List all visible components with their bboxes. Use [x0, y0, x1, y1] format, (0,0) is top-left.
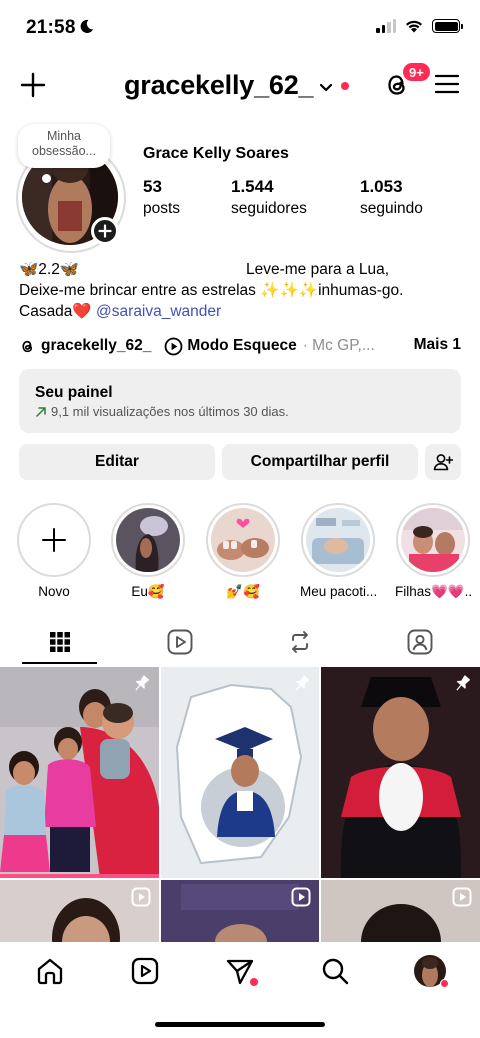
discover-people-button[interactable] — [425, 444, 461, 480]
header-username: gracekelly_62_ — [124, 70, 314, 100]
dashboard-subtitle: 9,1 mil visualizações nos últimos 30 dia… — [51, 404, 289, 419]
reel-icon — [291, 887, 311, 907]
grid-post[interactable] — [0, 667, 159, 878]
highlight-label: 💅🥰 — [226, 584, 260, 599]
plus-icon[interactable] — [18, 70, 48, 100]
music-artist: · Mc GP,... — [302, 337, 375, 354]
tab-reposts[interactable] — [240, 622, 360, 662]
highlight-item[interactable]: Eu🥰 — [110, 503, 186, 600]
stat-posts[interactable]: 53 posts — [143, 177, 180, 218]
moon-icon — [80, 19, 94, 33]
edit-profile-label: Editar — [95, 453, 139, 470]
direct-unread-dot — [250, 978, 258, 986]
stat-followers[interactable]: 1.544 seguidores — [231, 177, 307, 218]
grid-post[interactable] — [321, 667, 480, 878]
profile-note-text: Minha obsessão... — [32, 129, 96, 158]
pin-icon — [295, 675, 310, 691]
battery-icon — [432, 19, 463, 33]
profile-header: gracekelly_62_ 9+ — [0, 60, 480, 112]
grid-post[interactable] — [161, 880, 319, 942]
signal-icon — [376, 19, 396, 33]
profile-note[interactable]: Minha obsessão... — [18, 124, 110, 168]
notification-badge[interactable]: 9+ — [401, 61, 432, 83]
stat-followers-label: seguidores — [231, 200, 307, 217]
bio-line3: Casada❤️ — [19, 303, 92, 320]
reels-tab-icon — [167, 629, 193, 655]
tab-posts-grid[interactable] — [0, 622, 120, 662]
share-profile-label: Compartilhar perfil — [250, 453, 390, 470]
stat-following[interactable]: 1.053 seguindo — [360, 177, 423, 218]
pin-icon — [456, 675, 471, 691]
grid-icon — [50, 632, 70, 652]
bio-mention-link[interactable]: @saraiva_wander — [96, 303, 221, 320]
play-circle-icon — [164, 337, 183, 355]
chevron-down-icon — [320, 83, 333, 91]
share-profile-button[interactable]: Compartilhar perfil — [222, 444, 418, 480]
add-person-icon — [433, 454, 453, 471]
edit-profile-button[interactable]: Editar — [19, 444, 215, 480]
bio-line2: Deixe-me brincar entre as estrelas ✨✨✨in… — [19, 282, 404, 299]
highlight-label: Meu pacoti... — [300, 584, 376, 599]
status-time: 21:58 — [26, 17, 76, 38]
bio-line1-end: Leve-me para a Lua, — [246, 261, 390, 278]
pin-icon — [135, 675, 150, 691]
dashboard-title: Seu painel — [35, 384, 113, 401]
account-switcher[interactable]: gracekelly_62_ — [124, 70, 350, 101]
home-icon[interactable] — [35, 956, 65, 986]
unread-dot — [341, 81, 350, 90]
tab-tagged[interactable] — [360, 622, 480, 662]
professional-dashboard[interactable]: Seu painel 9,1 mil visualizações nos últ… — [19, 369, 461, 433]
highlight-item[interactable]: 💅🥰 — [205, 503, 281, 600]
reel-icon — [452, 887, 472, 907]
plus-icon — [42, 528, 66, 552]
status-bar: 21:58 — [0, 0, 480, 56]
highlight-item[interactable]: Filhas💗💗... — [395, 503, 471, 600]
menu-icon[interactable] — [434, 72, 460, 96]
note-tail — [42, 174, 51, 183]
trend-arrow-icon — [36, 406, 46, 417]
grid-post[interactable] — [0, 880, 159, 942]
tagged-icon — [407, 629, 433, 655]
profile-full-name: Grace Kelly Soares — [143, 145, 289, 162]
repost-icon — [292, 631, 308, 653]
more-links-button[interactable]: Mais 1 — [414, 336, 461, 354]
home-indicator — [155, 1022, 325, 1027]
highlight-label: Eu🥰 — [131, 584, 165, 599]
add-story-button[interactable] — [91, 217, 119, 245]
reel-icon — [131, 887, 151, 907]
profile-links-row: gracekelly_62_ Modo Esquece · Mc GP,... … — [19, 335, 461, 357]
bio-line1-start: 🦋2.2🦋 — [19, 261, 80, 278]
stat-posts-count: 53 — [143, 177, 162, 196]
tab-reels[interactable] — [120, 622, 240, 662]
threads-handle-link[interactable]: gracekelly_62_ — [41, 337, 151, 355]
plus-icon — [98, 224, 112, 238]
grid-post[interactable] — [161, 667, 319, 878]
highlight-label: Filhas💗💗... — [395, 584, 471, 599]
profile-unread-dot — [440, 979, 449, 988]
stat-posts-label: posts — [143, 200, 181, 217]
reels-icon[interactable] — [130, 956, 160, 986]
highlight-new[interactable]: Novo — [16, 503, 92, 599]
grid-post[interactable] — [321, 880, 480, 942]
highlight-label: Novo — [38, 584, 70, 599]
stat-following-label: seguindo — [360, 200, 423, 217]
stat-followers-count: 1.544 — [231, 177, 274, 196]
wifi-icon — [406, 20, 422, 33]
music-title[interactable]: Modo Esquece — [187, 337, 296, 355]
stat-following-count: 1.053 — [360, 177, 403, 196]
threads-icon — [22, 340, 33, 352]
search-icon[interactable] — [320, 956, 350, 986]
profile-bio: 🦋2.2🦋 Leve-me para a Lua, Deixe-me brinc… — [19, 259, 464, 322]
active-tab-indicator — [22, 662, 97, 664]
highlight-item[interactable]: Meu pacoti... — [300, 503, 376, 599]
